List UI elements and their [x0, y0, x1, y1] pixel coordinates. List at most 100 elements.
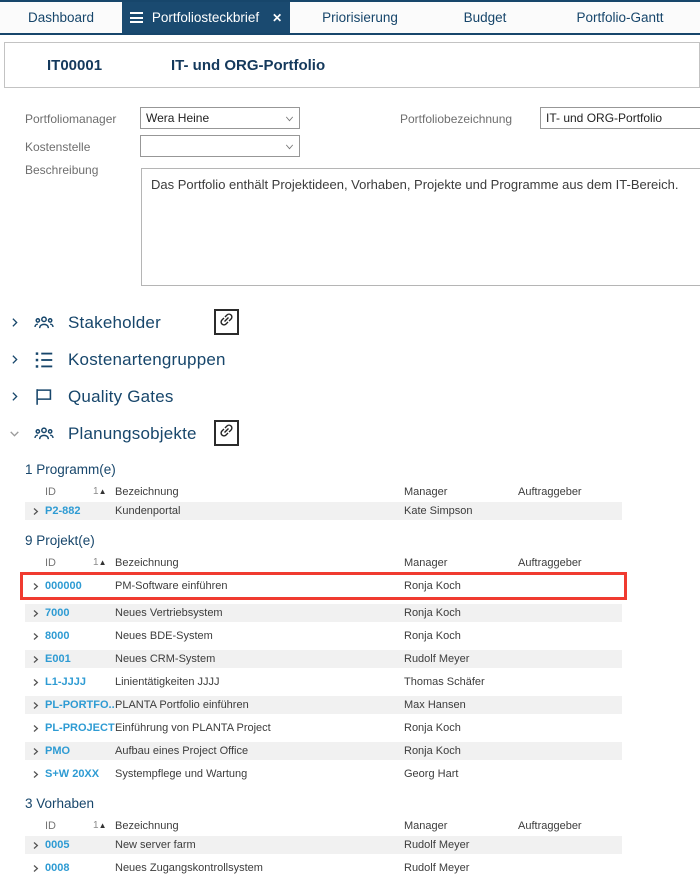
row-id-link[interactable]: 8000 [45, 630, 115, 642]
row-manager: Rudolf Meyer [404, 653, 470, 665]
sort-arrow-icon: ▲ [98, 558, 107, 567]
link-icon [218, 311, 235, 333]
table-row[interactable]: E001 Neues CRM-System Rudolf Meyer [25, 650, 622, 668]
expand-row-icon[interactable] [25, 747, 45, 756]
row-id-link[interactable]: 7000 [45, 607, 115, 619]
expand-row-icon[interactable] [25, 864, 45, 873]
section-stakeholder[interactable]: Stakeholder [0, 304, 700, 341]
portfoliobezeichnung-input[interactable] [540, 107, 700, 129]
row-id-link[interactable]: PMO [45, 745, 115, 757]
row-bezeichnung: PLANTA Portfolio einführen [115, 699, 249, 711]
row-manager: Kate Simpson [404, 505, 473, 517]
chevron-down-icon[interactable] [8, 427, 30, 440]
column-header-auftraggeber[interactable]: Auftraggeber [518, 486, 622, 498]
link-button[interactable] [214, 420, 239, 446]
portfoliomanager-select[interactable]: Wera Heine [140, 107, 300, 129]
row-id-link[interactable]: 000000 [45, 580, 115, 592]
table-row[interactable]: 0008 Neues Zugangskontrollsystem Rudolf Me… [25, 859, 622, 877]
column-header-id[interactable]: ID [45, 557, 93, 569]
row-id-link[interactable]: PL-PORTFO... [45, 699, 115, 711]
section-kostenartengruppen[interactable]: Kostenartengruppen [0, 341, 700, 378]
column-header-manager[interactable]: Manager [404, 820, 518, 832]
tab-label: Dashboard [27, 10, 95, 25]
tab-portfolio-gantt[interactable]: Portfolio-Gantt [540, 2, 700, 33]
expand-row-icon[interactable] [25, 507, 45, 516]
column-header-manager[interactable]: Manager [404, 486, 518, 498]
table-caption: 1 Programm(e) [25, 462, 116, 477]
sort-indicator[interactable]: 1▲ [93, 557, 115, 568]
expand-row-icon[interactable] [25, 770, 45, 779]
chevron-down-icon [285, 144, 294, 150]
tab-portfoliosteckbrief[interactable]: Portfoliosteckbrief ✕ [122, 2, 290, 33]
planning-object-tables: 1 Programm(e) ID 1▲ Bezeichnung Manager Auftr… [0, 462, 700, 881]
row-manager: Ronja Koch [404, 745, 461, 757]
row-manager: Thomas Schäfer [404, 676, 485, 688]
row-manager: Ronja Koch [404, 722, 461, 734]
flag-icon [32, 386, 58, 408]
column-header-bezeichnung[interactable]: Bezeichnung [115, 557, 404, 569]
table-row[interactable]: PL-PROJECT Einführung von PLANTA Project R… [25, 719, 622, 737]
column-header-manager[interactable]: Manager [404, 557, 518, 569]
portfoliomanager-label: Portfoliomanager [25, 112, 117, 126]
table-row[interactable]: PMO Aufbau eines Project Office Ronja Koch [25, 742, 622, 760]
tab-label: Budget [463, 10, 507, 25]
column-header-id[interactable]: ID [45, 820, 93, 832]
expand-row-icon[interactable] [25, 655, 45, 664]
chevron-right-icon[interactable] [8, 390, 30, 403]
row-bezeichnung: Linientätigkeiten JJJJ [115, 676, 220, 688]
table-row[interactable]: 0005 New server farm Rudolf Meyer [25, 836, 622, 854]
table-row[interactable]: 8000 Neues BDE-System Ronja Koch [25, 627, 622, 645]
row-bezeichnung: New server farm [115, 839, 196, 851]
tab-bar: Dashboard Portfoliosteckbrief ✕ Priorisieru… [0, 0, 700, 35]
table-row[interactable]: L1-JJJJ Linientätigkeiten JJJJ Thomas Schä… [25, 673, 622, 691]
chevron-right-icon[interactable] [8, 316, 30, 329]
portfolio-form: Portfoliomanager Wera Heine Kostenstelle… [0, 88, 700, 300]
beschreibung-textarea[interactable]: Das Portfolio enthält Projektideen, Vorh… [141, 168, 700, 286]
expand-row-icon[interactable] [25, 701, 45, 710]
kostenstelle-select[interactable] [140, 135, 300, 157]
section-quality-gates[interactable]: Quality Gates [0, 378, 700, 415]
sort-indicator[interactable]: 1▲ [93, 486, 115, 497]
expand-row-icon[interactable] [25, 609, 45, 618]
menu-icon[interactable] [129, 10, 143, 26]
row-manager: Rudolf Meyer [404, 862, 470, 874]
tab-label: Portfolio-Gantt [576, 10, 664, 25]
row-id-link[interactable]: 0005 [45, 839, 115, 851]
row-id-link[interactable]: E001 [45, 653, 115, 665]
section-list: Stakeholder Kostenartengruppen Quality Gat… [0, 304, 700, 452]
table-row[interactable]: S+W 20XX Systempflege und Wartung Georg Ha… [25, 765, 622, 783]
expand-row-icon[interactable] [25, 582, 45, 591]
chevron-right-icon[interactable] [8, 353, 30, 366]
tab-priorisierung[interactable]: Priorisierung [290, 2, 430, 33]
row-id-link[interactable]: S+W 20XX [45, 768, 115, 780]
column-header-bezeichnung[interactable]: Bezeichnung [115, 820, 404, 832]
expand-row-icon[interactable] [25, 632, 45, 641]
row-manager: Ronja Koch [404, 580, 461, 592]
close-icon[interactable]: ✕ [272, 11, 282, 25]
sort-arrow-icon: ▲ [98, 487, 107, 496]
row-id-link[interactable]: L1-JJJJ [45, 676, 115, 688]
table-row[interactable]: P2-882 Kundenportal Kate Simpson [25, 502, 622, 520]
table-header-row: ID 1▲ Bezeichnung Manager Auftraggeber [25, 818, 622, 833]
tab-dashboard[interactable]: Dashboard [0, 2, 122, 33]
column-header-bezeichnung[interactable]: Bezeichnung [115, 486, 404, 498]
table-row[interactable]: PL-PORTFO... PLANTA Portfolio einführen Ma… [25, 696, 622, 714]
kostenstelle-label: Kostenstelle [25, 140, 91, 154]
expand-row-icon[interactable] [25, 841, 45, 850]
row-id-link[interactable]: P2-882 [45, 505, 115, 517]
expand-row-icon[interactable] [25, 678, 45, 687]
column-header-auftraggeber[interactable]: Auftraggeber [518, 820, 622, 832]
column-header-auftraggeber[interactable]: Auftraggeber [518, 557, 622, 569]
tab-budget[interactable]: Budget [430, 2, 540, 33]
sort-arrow-icon: ▲ [98, 821, 107, 830]
section-planungsobjekte[interactable]: Planungsobjekte [0, 415, 700, 452]
sort-indicator[interactable]: 1▲ [93, 820, 115, 831]
row-id-link[interactable]: PL-PROJECT [45, 722, 115, 734]
row-id-link[interactable]: 0008 [45, 862, 115, 874]
portfolio-id: IT00001 [47, 57, 103, 74]
link-button[interactable] [214, 309, 239, 335]
expand-row-icon[interactable] [25, 724, 45, 733]
table-row[interactable]: 7000 Neues Vertriebsystem Ronja Koch [25, 604, 622, 622]
table-row[interactable]: 000000 PM-Software einführen Ronja Koch [20, 572, 627, 600]
column-header-id[interactable]: ID [45, 486, 93, 498]
